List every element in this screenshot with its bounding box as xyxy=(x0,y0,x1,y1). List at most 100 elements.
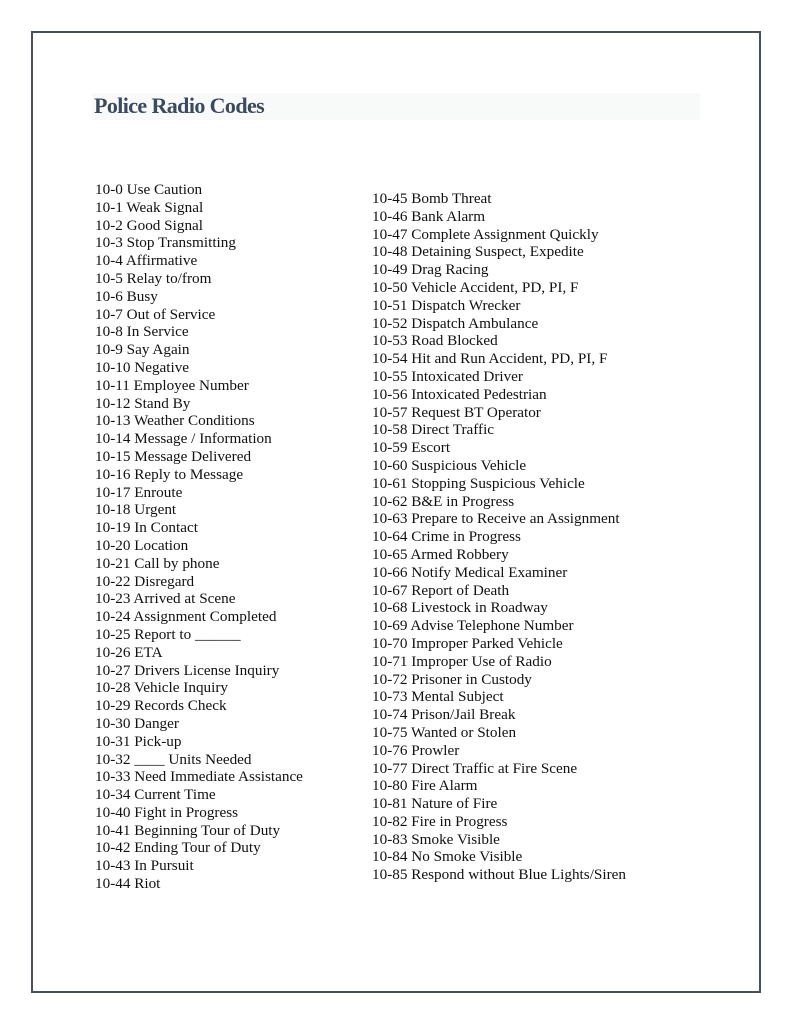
code-number: 10-70 xyxy=(372,634,408,652)
code-entry: 10-29 Records Check xyxy=(95,697,303,715)
code-entry: 10-17 Enroute xyxy=(95,484,303,502)
code-meaning: Use Caution xyxy=(126,181,203,198)
code-entry: 10-11 Employee Number xyxy=(95,377,303,395)
code-entry: 10-2 Good Signal xyxy=(95,217,303,235)
code-number: 10-51 xyxy=(372,296,408,314)
code-number: 10-15 xyxy=(95,447,131,465)
code-entry: 10-32 ____ Units Needed xyxy=(95,751,303,769)
code-number: 10-83 xyxy=(372,830,408,848)
code-number: 10-59 xyxy=(372,439,408,457)
code-number: 10-7 xyxy=(95,305,123,323)
code-entry: 10-27 Drivers License Inquiry xyxy=(95,662,303,680)
code-meaning: Location xyxy=(134,536,189,554)
code-entry: 10-45 Bomb Threat xyxy=(372,190,626,208)
code-meaning: In Service xyxy=(126,323,189,341)
code-entry: 10-70 Improper Parked Vehicle xyxy=(372,635,626,653)
code-number: 10-24 xyxy=(95,608,131,626)
code-meaning: Intoxicated Pedestrian xyxy=(411,385,547,403)
code-entry: 10-25 Report to ______ xyxy=(95,626,303,644)
code-number: 10-80 xyxy=(372,777,408,795)
code-number: 10-75 xyxy=(372,723,408,741)
code-meaning: Urgent xyxy=(134,501,177,519)
code-number: 10-4 xyxy=(95,252,123,270)
code-entry: 10-21 Call by phone xyxy=(95,555,303,573)
code-entry: 10-33 Need Immediate Assistance xyxy=(95,768,303,786)
code-entry: 10-74 Prison/Jail Break xyxy=(372,706,626,724)
code-number: 10-61 xyxy=(372,474,408,492)
code-meaning: Suspicious Vehicle xyxy=(411,456,527,474)
code-meaning: Escort xyxy=(411,439,451,457)
code-meaning: Busy xyxy=(126,287,158,305)
code-meaning: Ending Tour of Duty xyxy=(134,839,261,857)
code-number: 10-9 xyxy=(95,341,123,359)
code-meaning: Fire Alarm xyxy=(411,777,478,795)
code-meaning: Beginning Tour of Duty xyxy=(134,821,281,839)
code-number: 10-30 xyxy=(95,714,131,732)
code-entry: 10-44 Riot xyxy=(95,875,303,893)
code-entry: 10-77 Direct Traffic at Fire Scene xyxy=(372,760,626,778)
code-number: 10-18 xyxy=(95,501,131,519)
code-entry: 10-4 Affirmative xyxy=(95,252,303,270)
code-meaning: Relay to/from xyxy=(126,269,212,287)
code-number: 10-62 xyxy=(372,492,408,510)
code-entry: 10-40 Fight in Progress xyxy=(95,804,303,822)
code-meaning: Message Delivered xyxy=(134,447,252,465)
code-number: 10-29 xyxy=(95,697,131,715)
code-meaning: Prisoner in Custody xyxy=(411,670,532,688)
code-entry: 10-19 In Contact xyxy=(95,519,303,537)
code-number: 10-82 xyxy=(372,812,408,830)
code-number: 10-27 xyxy=(95,661,131,679)
code-entry: 10-75 Wanted or Stolen xyxy=(372,724,626,742)
code-number: 10-0 xyxy=(95,181,123,198)
code-entry: 10-66 Notify Medical Examiner xyxy=(372,564,626,582)
code-number: 10-69 xyxy=(372,617,408,635)
code-entry: 10-62 B&E in Progress xyxy=(372,493,626,511)
code-meaning: Stand By xyxy=(134,394,191,412)
code-meaning: Complete Assignment Quickly xyxy=(411,225,599,243)
code-entry: 10-16 Reply to Message xyxy=(95,466,303,484)
code-meaning: Affirmative xyxy=(125,252,198,270)
code-number: 10-42 xyxy=(95,839,131,857)
code-entry: 10-72 Prisoner in Custody xyxy=(372,671,626,689)
code-number: 10-2 xyxy=(95,216,123,234)
code-entry: 10-59 Escort xyxy=(372,439,626,457)
code-entry: 10-76 Prowler xyxy=(372,742,626,760)
code-number: 10-20 xyxy=(95,536,131,554)
code-entry: 10-52 Dispatch Ambulance xyxy=(372,315,626,333)
code-number: 10-53 xyxy=(372,332,408,350)
code-entry: 10-22 Disregard xyxy=(95,573,303,591)
code-number: 10-58 xyxy=(372,421,408,439)
code-number: 10-66 xyxy=(372,563,408,581)
code-number: 10-6 xyxy=(95,287,123,305)
code-number: 10-19 xyxy=(95,519,131,537)
code-meaning: Improper Use of Radio xyxy=(411,652,552,670)
code-entry: 10-51 Dispatch Wrecker xyxy=(372,297,626,315)
code-meaning: Weak Signal xyxy=(126,198,204,216)
code-entry: 10-56 Intoxicated Pedestrian xyxy=(372,386,626,404)
code-entry: 10-42 Ending Tour of Duty xyxy=(95,839,303,857)
code-number: 10-57 xyxy=(372,403,408,421)
code-number: 10-8 xyxy=(95,323,123,341)
code-number: 10-54 xyxy=(372,350,408,368)
code-number: 10-17 xyxy=(95,483,131,501)
code-entry: 10-46 Bank Alarm xyxy=(372,208,626,226)
code-meaning: Good Signal xyxy=(126,216,204,234)
code-meaning: Nature of Fire xyxy=(411,795,498,813)
code-number: 10-73 xyxy=(372,688,408,706)
code-number: 10-32 xyxy=(95,750,131,768)
code-number: 10-31 xyxy=(95,732,131,750)
code-entry: 10-84 No Smoke Visible xyxy=(372,848,626,866)
code-meaning: Say Again xyxy=(126,341,190,359)
code-entry: 10-60 Suspicious Vehicle xyxy=(372,457,626,475)
code-number: 10-85 xyxy=(372,866,408,884)
code-entry: 10-65 Armed Robbery xyxy=(372,546,626,564)
code-meaning: In Pursuit xyxy=(134,857,194,875)
code-entry: 10-61 Stopping Suspicious Vehicle xyxy=(372,475,626,493)
code-number: 10-81 xyxy=(372,795,408,813)
code-number: 10-41 xyxy=(95,821,131,839)
code-number: 10-52 xyxy=(372,314,408,332)
code-meaning: Notify Medical Examiner xyxy=(411,563,568,581)
code-entry: 10-10 Negative xyxy=(95,359,303,377)
code-number: 10-56 xyxy=(372,385,408,403)
code-number: 10-67 xyxy=(372,581,408,599)
